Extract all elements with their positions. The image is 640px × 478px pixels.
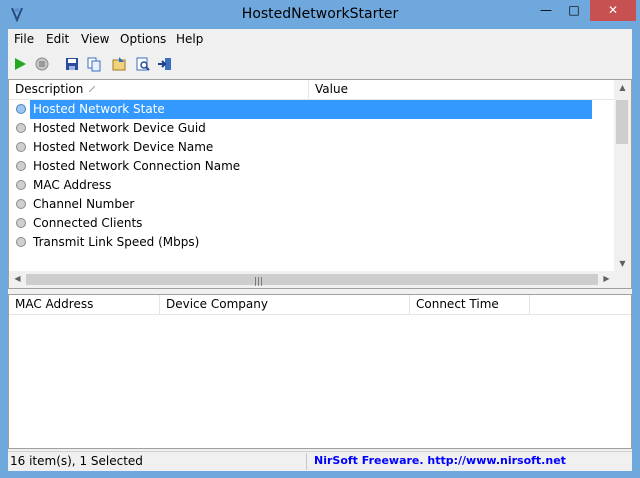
menu-bar: File Edit View Options Help — [8, 29, 632, 50]
scrollbar-corner — [614, 271, 631, 288]
toolbar — [8, 50, 632, 79]
status-bar: 16 item(s), 1 Selected NirSoft Freeware.… — [8, 451, 632, 471]
table-row[interactable]: Hosted Network Device Name — [9, 138, 615, 157]
properties-list[interactable]: Description Value Hosted Network State H… — [8, 79, 632, 289]
menu-file[interactable]: File — [14, 32, 34, 46]
scroll-up-icon[interactable]: ▲ — [614, 83, 631, 92]
properties-list-header: Description Value — [9, 80, 615, 100]
column-connect-time[interactable]: Connect Time — [410, 295, 530, 314]
close-button[interactable]: ✕ — [590, 0, 636, 21]
app-window: HostedNetworkStarter — □ ✕ File Edit Vie… — [0, 0, 640, 478]
horizontal-scroll-thumb[interactable]: ||| — [26, 274, 598, 287]
column-value[interactable]: Value — [309, 80, 615, 99]
menu-help[interactable]: Help — [176, 32, 203, 46]
row-description: Hosted Network Connection Name — [33, 159, 241, 173]
column-device-company-label: Device Company — [166, 297, 268, 311]
table-row[interactable]: Connected Clients — [9, 214, 615, 233]
clients-list[interactable]: MAC Address Device Company Connect Time — [8, 294, 632, 449]
status-dot-icon — [16, 104, 26, 114]
table-row[interactable]: Hosted Network State — [9, 100, 615, 119]
properties-icon[interactable] — [111, 56, 127, 72]
column-device-company[interactable]: Device Company — [160, 295, 410, 314]
column-value-label: Value — [315, 82, 348, 96]
column-mac-address-label: MAC Address — [15, 297, 94, 311]
menu-edit[interactable]: Edit — [46, 32, 69, 46]
vertical-scrollbar[interactable]: ▲ ▼ — [614, 80, 631, 271]
row-description: Hosted Network Device Guid — [33, 121, 206, 135]
client-area: File Edit View Options Help Description — [8, 29, 632, 471]
properties-rows: Hosted Network State Hosted Network Devi… — [9, 100, 615, 252]
menu-options[interactable]: Options — [120, 32, 166, 46]
find-icon[interactable] — [135, 56, 151, 72]
row-description: Channel Number — [33, 197, 135, 211]
column-description-label: Description — [15, 82, 84, 96]
save-icon[interactable] — [64, 56, 80, 72]
status-dot-icon — [16, 123, 26, 133]
status-dot-icon — [16, 237, 26, 247]
row-description: Transmit Link Speed (Mbps) — [33, 235, 200, 249]
maximize-button[interactable]: □ — [561, 0, 587, 21]
sort-arrow-icon — [89, 86, 95, 92]
column-connect-time-label: Connect Time — [416, 297, 499, 311]
table-row[interactable]: Hosted Network Device Guid — [9, 119, 615, 138]
title-bar[interactable]: HostedNetworkStarter — □ ✕ — [0, 0, 640, 29]
vertical-scroll-thumb[interactable] — [616, 100, 628, 144]
row-description: Hosted Network Device Name — [33, 140, 214, 154]
row-description: MAC Address — [33, 178, 112, 192]
row-description: Connected Clients — [33, 216, 143, 230]
status-dot-icon — [16, 161, 26, 171]
horizontal-scrollbar[interactable]: ◀ ||| ▶ — [9, 271, 615, 288]
scroll-grip-icon: ||| — [254, 277, 264, 287]
status-dot-icon — [16, 180, 26, 190]
copy-icon[interactable] — [86, 56, 102, 72]
status-dot-icon — [16, 142, 26, 152]
scroll-down-icon[interactable]: ▼ — [614, 259, 631, 268]
scroll-left-icon[interactable]: ◀ — [9, 274, 26, 283]
status-dot-icon — [16, 199, 26, 209]
scroll-right-icon[interactable]: ▶ — [598, 274, 615, 283]
table-row[interactable]: Transmit Link Speed (Mbps) — [9, 233, 615, 252]
table-row[interactable]: Hosted Network Connection Name — [9, 157, 615, 176]
table-row[interactable]: Channel Number — [9, 195, 615, 214]
stop-icon[interactable] — [34, 56, 50, 72]
table-row[interactable]: MAC Address — [9, 176, 615, 195]
minimize-button[interactable]: — — [533, 0, 559, 21]
status-dot-icon — [16, 218, 26, 228]
status-item-count: 16 item(s), 1 Selected — [10, 454, 143, 468]
exit-icon[interactable] — [157, 56, 173, 72]
row-description: Hosted Network State — [30, 100, 592, 119]
column-mac-address[interactable]: MAC Address — [9, 295, 160, 314]
column-description[interactable]: Description — [9, 80, 309, 99]
nirsoft-link[interactable]: NirSoft Freeware. http://www.nirsoft.net — [314, 454, 566, 467]
status-divider — [306, 453, 307, 470]
menu-view[interactable]: View — [81, 32, 109, 46]
start-icon[interactable] — [12, 56, 28, 72]
clients-list-header: MAC Address Device Company Connect Time — [9, 295, 631, 315]
